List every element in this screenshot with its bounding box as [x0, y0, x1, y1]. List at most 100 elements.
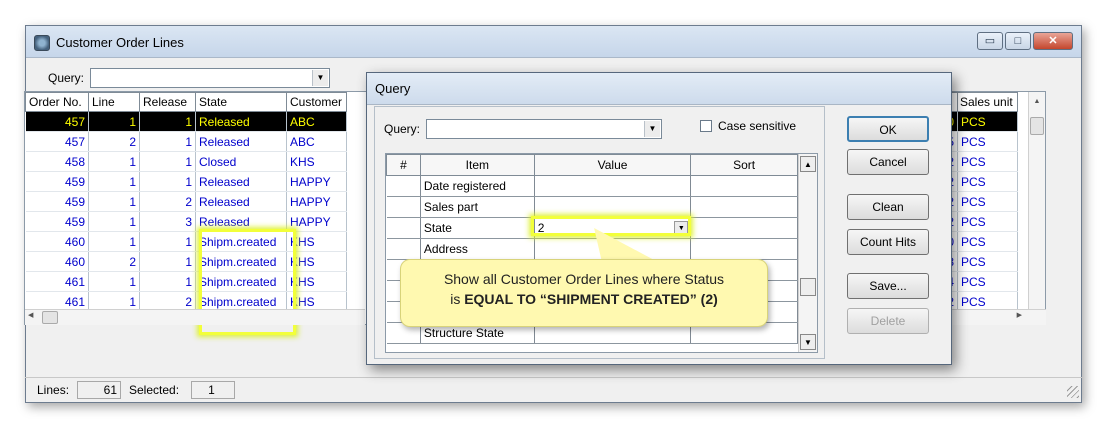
scroll-down-icon[interactable]: ▼ [800, 334, 816, 350]
cell-sort[interactable] [690, 175, 798, 197]
window-titlebar[interactable]: Customer Order Lines ▭ □ ✕ [26, 26, 1081, 58]
vertical-scrollbar[interactable]: ▲ ▼ [1028, 92, 1045, 324]
table-row[interactable]: 459 1 3 Released HAPPY [25, 211, 347, 232]
col-customer[interactable]: Customer [286, 92, 347, 112]
cell-order-no: 459 [25, 211, 89, 232]
col-sort[interactable]: Sort [690, 154, 798, 176]
table-row[interactable]: 461 1 1 Shipm.created KHS [25, 271, 347, 292]
col-line[interactable]: Line [88, 92, 140, 112]
col-state[interactable]: State [195, 92, 287, 112]
cell-state: Released [195, 131, 287, 152]
minimize-button[interactable]: ▭ [977, 32, 1003, 50]
cell-value[interactable] [534, 196, 692, 218]
horizontal-scrollbar[interactable]: ◀ [25, 309, 365, 325]
col-sales-unit[interactable]: Sales unit [957, 92, 1018, 112]
delete-button[interactable]: Delete [847, 308, 929, 334]
table-row[interactable]: 457 1 1 Released ABC [25, 111, 347, 132]
selected-count: 1 [191, 381, 235, 399]
lines-count: 61 [77, 381, 121, 399]
cell-line: 1 [88, 231, 140, 252]
callout-line-1: Show all Customer Order Lines where Stat… [443, 271, 725, 287]
cell-sort[interactable] [690, 217, 798, 239]
cell-customer: KHS [286, 231, 347, 252]
close-button[interactable]: ✕ [1033, 32, 1073, 50]
cell-order-no: 459 [25, 171, 89, 192]
col-index[interactable]: # [386, 154, 421, 176]
cell-sales-unit: PCS [957, 211, 1018, 232]
table-row[interactable]: 457 2 1 Released ABC [25, 131, 347, 152]
cell-customer: HAPPY [286, 191, 347, 212]
cell-order-no: 460 [25, 251, 89, 272]
table-row[interactable]: 460 1 1 Shipm.created KHS [25, 231, 347, 252]
dialog-query-combobox[interactable]: ▼ [426, 119, 663, 139]
cell-customer: HAPPY [286, 171, 347, 192]
window-title: Customer Order Lines [56, 35, 184, 50]
app-gear-icon [34, 35, 50, 51]
callout-prefix: is [450, 291, 465, 307]
scroll-right-icon[interactable]: ▶ [1017, 311, 1022, 319]
maximize-button[interactable]: □ [1005, 32, 1031, 50]
cell-release: 1 [139, 231, 196, 252]
scroll-thumb[interactable] [1030, 117, 1044, 135]
checkbox-box[interactable] [700, 120, 712, 132]
cell-release: 1 [139, 271, 196, 292]
cell-customer: KHS [286, 271, 347, 292]
col-order-no[interactable]: Order No. [25, 92, 89, 112]
cell-item: Date registered [420, 175, 535, 197]
query-label: Query: [48, 71, 85, 85]
query-combobox[interactable]: ▼ [90, 68, 331, 88]
criteria-scrollbar[interactable]: ▲ ▼ [798, 154, 817, 352]
table-row[interactable]: 459 1 1 Released HAPPY [25, 171, 347, 192]
callout-line-2: is EQUAL TO “SHIPMENT CREATED” (2) [401, 289, 767, 309]
case-sensitive-label: Case sensitive [718, 119, 797, 133]
query-row: Query: ▼ [48, 68, 331, 88]
table-row[interactable]: 460 2 1 Shipm.created KHS [25, 251, 347, 272]
cancel-button[interactable]: Cancel [847, 149, 929, 175]
count-hits-button[interactable]: Count Hits [847, 229, 929, 255]
cell-line: 1 [88, 151, 140, 172]
cell-index [386, 217, 421, 239]
criteria-row[interactable]: Date registered [386, 175, 798, 197]
cell-sales-unit: PCS [957, 131, 1018, 152]
cell-state: Released [195, 191, 287, 212]
hscroll-thumb[interactable] [42, 311, 58, 324]
cell-release: 1 [139, 171, 196, 192]
scroll-up-icon[interactable]: ▲ [1029, 94, 1045, 110]
cell-state: Released [195, 211, 287, 232]
case-sensitive-checkbox[interactable]: Case sensitive [700, 119, 796, 133]
cell-line: 1 [88, 211, 140, 232]
cell-order-no: 459 [25, 191, 89, 212]
selected-label: Selected: [129, 383, 180, 397]
cell-order-no: 461 [25, 271, 89, 292]
resize-grip-icon[interactable] [1067, 386, 1079, 398]
criteria-row[interactable]: Sales part [386, 196, 798, 218]
cell-sort[interactable] [690, 196, 798, 218]
cell-line: 1 [88, 271, 140, 292]
col-release[interactable]: Release [139, 92, 196, 112]
cell-sort[interactable] [690, 238, 798, 260]
query-dialog-title[interactable]: Query [367, 73, 951, 105]
col-item[interactable]: Item [419, 154, 535, 176]
scroll-up-icon[interactable]: ▲ [800, 156, 816, 172]
save-button[interactable]: Save... [847, 273, 929, 299]
ok-button[interactable]: OK [847, 116, 929, 142]
table-row[interactable]: 459 1 2 Released HAPPY [25, 191, 347, 212]
cell-line: 2 [88, 251, 140, 272]
dropdown-arrow-icon[interactable]: ▼ [312, 70, 329, 86]
cell-value[interactable] [534, 175, 692, 197]
scroll-left-icon[interactable]: ◀ [28, 311, 33, 319]
callout-emphasis: EQUAL TO “SHIPMENT CREATED” [464, 291, 697, 307]
cell-order-no: 460 [25, 231, 89, 252]
clean-button[interactable]: Clean [847, 194, 929, 220]
dropdown-arrow-icon[interactable]: ▼ [674, 221, 689, 235]
cell-sales-unit: PCS [957, 111, 1018, 132]
cell-customer: KHS [286, 251, 347, 272]
table-row[interactable]: 458 1 1 Closed KHS [25, 151, 347, 172]
dropdown-arrow-icon[interactable]: ▼ [644, 121, 661, 137]
cell-customer: ABC [286, 111, 347, 132]
scroll-thumb[interactable] [800, 278, 816, 296]
cell-release: 1 [139, 251, 196, 272]
cell-item: Sales part [420, 196, 535, 218]
col-value[interactable]: Value [533, 154, 692, 176]
cell-sales-unit: PCS [957, 271, 1018, 292]
